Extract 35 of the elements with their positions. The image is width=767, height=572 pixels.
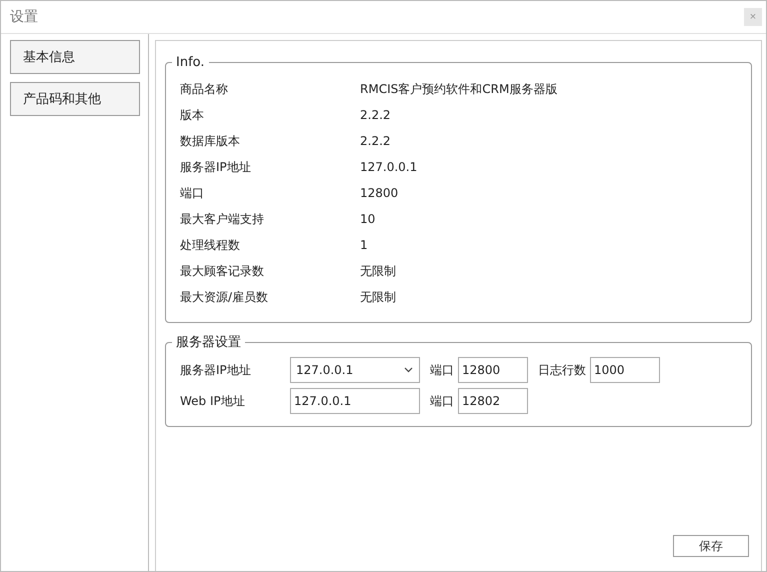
web-ip-field[interactable]: 127.0.0.1 xyxy=(290,388,420,414)
field-label: 端口 xyxy=(430,362,454,378)
server-ip-dropdown[interactable]: 127.0.0.1 xyxy=(290,357,420,383)
info-value: 127.0.0.1 xyxy=(360,160,418,174)
group-title: Info. xyxy=(175,55,206,70)
sidebar-item[interactable]: 产品码和其他 xyxy=(10,82,140,116)
log-lines-field[interactable]: 1000 xyxy=(590,357,660,383)
field-label: 端口 xyxy=(430,392,454,410)
info-value: 无限制 xyxy=(360,288,397,306)
field-label: Web IP地址 xyxy=(180,392,246,410)
port-field[interactable]: 12800 xyxy=(458,357,528,383)
port-field[interactable]: 12802 xyxy=(458,388,528,414)
window-title: 设置 xyxy=(10,8,38,26)
info-value: 12800 xyxy=(360,186,400,200)
info-label: 最大顾客记录数 xyxy=(180,262,265,280)
info-value: RMCIS客户预约软件和CRM服务器版 xyxy=(360,80,558,98)
field-label: 日志行数 xyxy=(538,362,586,378)
info-value: 无限制 xyxy=(360,262,397,280)
info-label: 最大客户端支持 xyxy=(180,210,265,228)
info-value: 1 xyxy=(360,238,369,252)
info-label: 服务器IP地址 xyxy=(180,158,252,176)
field-label: 服务器IP地址 xyxy=(180,362,252,378)
info-label: 端口 xyxy=(180,184,205,202)
info-value: 2.2.2 xyxy=(360,134,392,148)
info-value: 10 xyxy=(360,212,376,226)
chevron-down-icon xyxy=(404,367,413,373)
info-label: 处理线程数 xyxy=(180,236,241,254)
info-label: 版本 xyxy=(180,106,205,124)
info-label: 商品名称 xyxy=(180,80,229,98)
save-button[interactable]: 保存 xyxy=(673,535,749,557)
info-value: 2.2.2 xyxy=(360,108,392,122)
info-label: 数据库版本 xyxy=(180,132,241,150)
sidebar-item[interactable]: 基本信息 xyxy=(10,40,140,74)
info-label: 最大资源/雇员数 xyxy=(180,288,270,306)
group-title: 服务器设置 xyxy=(175,334,242,351)
